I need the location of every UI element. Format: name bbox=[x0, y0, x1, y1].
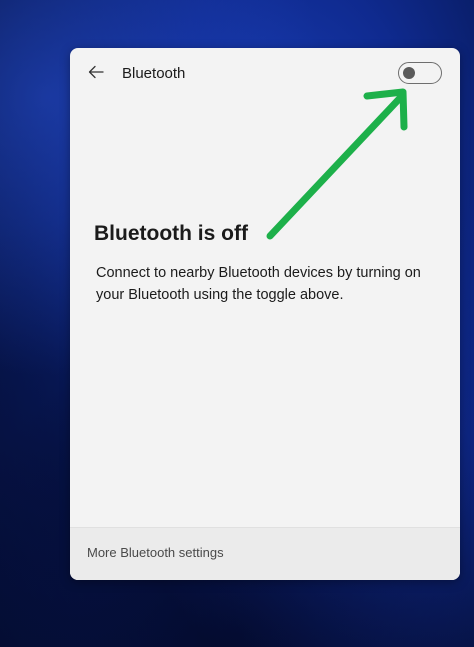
toggle-thumb bbox=[403, 67, 415, 79]
more-bluetooth-settings-link[interactable]: More Bluetooth settings bbox=[87, 545, 224, 560]
bluetooth-flyout-panel: Bluetooth Bluetooth is off Connect to ne… bbox=[70, 48, 460, 580]
status-description: Connect to nearby Bluetooth devices by t… bbox=[96, 265, 421, 303]
bluetooth-toggle[interactable] bbox=[398, 62, 442, 84]
panel-footer: More Bluetooth settings bbox=[70, 527, 460, 580]
back-arrow-icon bbox=[88, 65, 104, 84]
status-heading: Bluetooth is off bbox=[94, 222, 248, 245]
panel-title: Bluetooth bbox=[122, 65, 186, 82]
panel-header: Bluetooth bbox=[70, 48, 460, 100]
back-button[interactable] bbox=[82, 60, 110, 88]
